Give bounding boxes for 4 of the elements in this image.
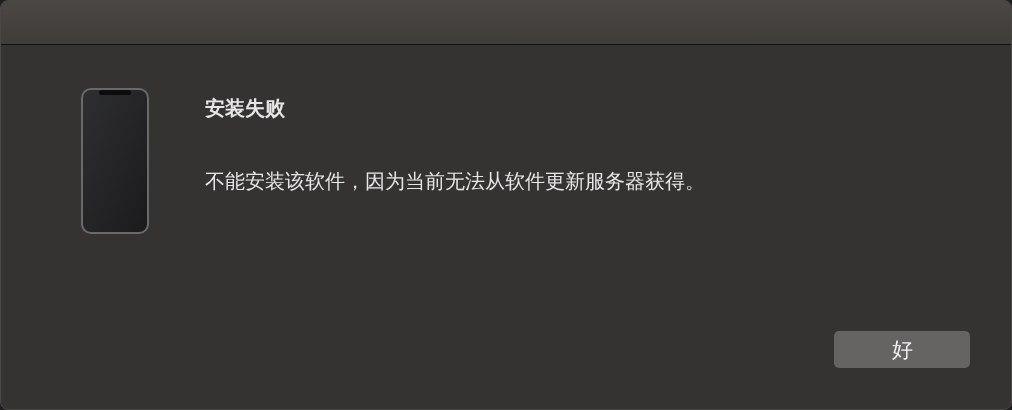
ok-button[interactable]: 好 (834, 331, 970, 368)
dialog-message: 不能安装该软件，因为当前无法从软件更新服务器获得。 (205, 168, 705, 195)
dialog-title: 安装失败 (205, 95, 286, 122)
phone-icon (79, 87, 151, 235)
